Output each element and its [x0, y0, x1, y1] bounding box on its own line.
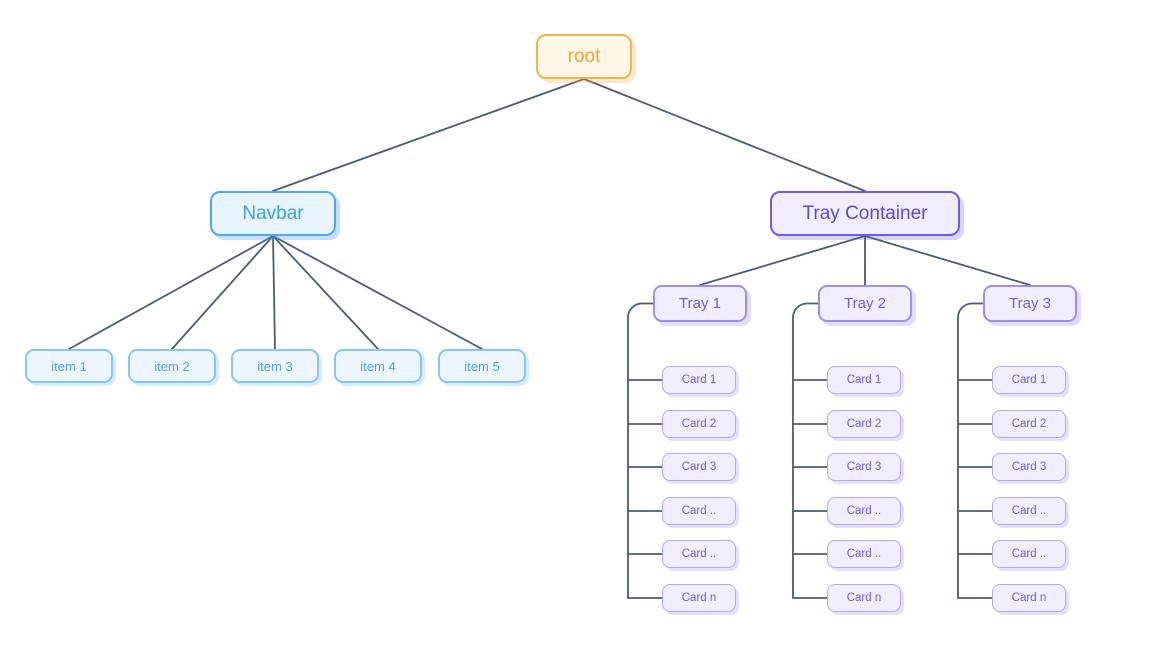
edge-layer	[68, 78, 1031, 599]
edge-navbar-item-2	[171, 235, 274, 350]
node-tray-3-card-5[interactable]: Card ..	[992, 540, 1066, 568]
edge-navbar-item-3	[272, 235, 276, 350]
node-tray-container-label: Tray Container	[802, 202, 928, 224]
node-tray-2-card-3[interactable]: Card 3	[827, 453, 901, 481]
node-navbar-item-2-label: item 2	[154, 358, 190, 374]
node-tray-3-card-4[interactable]: Card ..	[992, 497, 1066, 525]
edge-navbar-item-5	[272, 235, 483, 350]
node-tray-3-card-2-label: Card 2	[1011, 418, 1047, 430]
node-root[interactable]: root	[536, 34, 632, 79]
node-tray-2-label: Tray 2	[844, 295, 886, 312]
node-tray-2-card-2-label: Card 2	[846, 418, 882, 430]
node-tray-3-card-3[interactable]: Card 3	[992, 453, 1066, 481]
node-tray-1-card-6-label: Card n	[681, 592, 717, 604]
node-tray-3-card-6[interactable]: Card n	[992, 584, 1066, 612]
node-navbar-item-3-label: item 3	[257, 358, 293, 374]
node-tray-1-card-1-label: Card 1	[681, 374, 717, 386]
edge-tray-container-tray-3	[864, 235, 1031, 286]
node-tray-3-card-3-label: Card 3	[1011, 461, 1047, 473]
node-tray-3-label: Tray 3	[1009, 295, 1051, 312]
node-tray-3-card-6-label: Card n	[1011, 592, 1047, 604]
node-navbar-item-3[interactable]: item 3	[231, 349, 319, 383]
node-tray-2-card-1-label: Card 1	[846, 374, 882, 386]
node-tray-2-card-4-label: Card ..	[846, 505, 882, 517]
node-tray-1[interactable]: Tray 1	[653, 285, 747, 322]
edge-root-navbar	[272, 78, 585, 192]
node-navbar[interactable]: Navbar	[210, 191, 336, 236]
node-tray-3-card-4-label: Card ..	[1011, 505, 1047, 517]
node-navbar-item-2[interactable]: item 2	[128, 349, 216, 383]
node-tray-2[interactable]: Tray 2	[818, 285, 912, 322]
node-tray-1-card-6[interactable]: Card n	[662, 584, 736, 612]
node-tray-2-card-6[interactable]: Card n	[827, 584, 901, 612]
node-tray-2-card-3-label: Card 3	[846, 461, 882, 473]
edge-tray-1-trunk	[627, 302, 654, 599]
edge-tray-3-trunk	[957, 302, 984, 599]
node-tray-1-card-4-label: Card ..	[681, 505, 717, 517]
node-tray-1-card-4[interactable]: Card ..	[662, 497, 736, 525]
node-tray-3-card-5-label: Card ..	[1011, 548, 1047, 560]
node-navbar-item-4-label: item 4	[360, 358, 396, 374]
node-tray-1-card-2[interactable]: Card 2	[662, 410, 736, 438]
node-navbar-item-4[interactable]: item 4	[334, 349, 422, 383]
node-navbar-label: Navbar	[242, 202, 304, 224]
edge-tray-container-tray-1	[699, 235, 866, 286]
node-root-label: root	[567, 45, 601, 67]
node-tray-1-card-5-label: Card ..	[681, 548, 717, 560]
node-tray-1-card-5[interactable]: Card ..	[662, 540, 736, 568]
diagram-canvas: root Navbar item 1 item 2 item 3 item 4 …	[0, 0, 1156, 665]
node-tray-2-card-5-label: Card ..	[846, 548, 882, 560]
node-tray-2-card-5[interactable]: Card ..	[827, 540, 901, 568]
edge-root-tray-container	[583, 78, 866, 192]
node-tray-1-label: Tray 1	[679, 295, 721, 312]
node-navbar-item-1[interactable]: item 1	[25, 349, 113, 383]
node-tray-3-card-1-label: Card 1	[1011, 374, 1047, 386]
node-tray-1-card-2-label: Card 2	[681, 418, 717, 430]
node-tray-container[interactable]: Tray Container	[770, 191, 960, 236]
edge-tray-2-trunk	[792, 302, 819, 599]
edge-navbar-item-1	[68, 235, 274, 350]
node-tray-2-card-4[interactable]: Card ..	[827, 497, 901, 525]
node-tray-1-card-3[interactable]: Card 3	[662, 453, 736, 481]
node-tray-1-card-3-label: Card 3	[681, 461, 717, 473]
node-tray-2-card-6-label: Card n	[846, 592, 882, 604]
node-tray-3-card-2[interactable]: Card 2	[992, 410, 1066, 438]
node-tray-2-card-1[interactable]: Card 1	[827, 366, 901, 394]
node-tray-2-card-2[interactable]: Card 2	[827, 410, 901, 438]
node-tray-1-card-1[interactable]: Card 1	[662, 366, 736, 394]
node-navbar-item-5[interactable]: item 5	[438, 349, 526, 383]
node-navbar-item-1-label: item 1	[51, 358, 87, 374]
node-navbar-item-5-label: item 5	[464, 358, 500, 374]
edge-navbar-item-4	[272, 235, 379, 350]
node-tray-3[interactable]: Tray 3	[983, 285, 1077, 322]
node-tray-3-card-1[interactable]: Card 1	[992, 366, 1066, 394]
